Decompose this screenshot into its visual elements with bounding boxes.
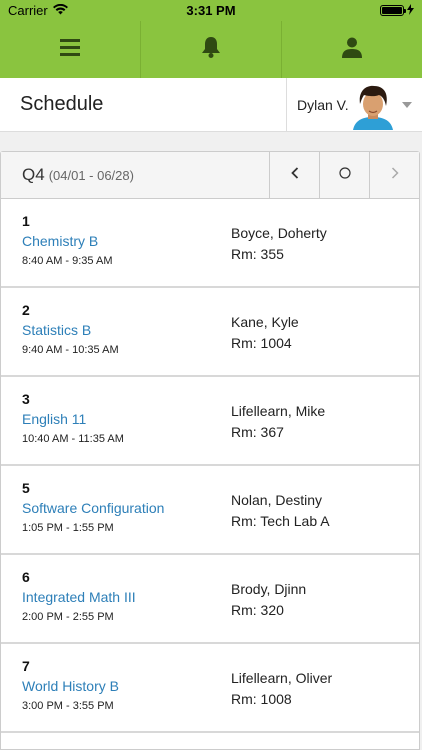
page-header: Schedule Dylan V. <box>0 78 422 132</box>
menu-icon <box>60 38 80 61</box>
charging-icon <box>407 3 414 18</box>
chevron-right-icon <box>391 166 399 184</box>
room-number: Rm: 367 <box>231 424 284 440</box>
period-time: 2:00 PM - 2:55 PM <box>22 611 114 623</box>
period-row[interactable]: 1 Chemistry B 8:40 AM - 9:35 AM Boyce, D… <box>1 199 419 288</box>
current-quarter-button[interactable] <box>319 152 369 198</box>
room-number: Rm: Tech Lab A <box>231 513 330 529</box>
course-link[interactable]: Integrated Math III <box>22 589 231 605</box>
quarter-bar: Q4 (04/01 - 06/28) <box>1 152 419 199</box>
quarter-label: Q4 (04/01 - 06/28) <box>1 152 269 198</box>
period-time: 10:40 AM - 11:35 AM <box>22 433 124 445</box>
period-row[interactable]: 3 English 11 10:40 AM - 11:35 AM Lifelle… <box>1 377 419 466</box>
period-time: 3:00 PM - 3:55 PM <box>22 700 114 712</box>
quarter-name: Q4 <box>22 165 45 184</box>
period-row[interactable]: 6 Integrated Math III 2:00 PM - 2:55 PM … <box>1 555 419 644</box>
circle-icon <box>338 166 351 184</box>
page-title: Schedule <box>20 93 104 115</box>
teacher-name: Lifellearn, Oliver <box>231 670 333 686</box>
schedule-card: Q4 (04/01 - 06/28) 1 Chemistry B 8:40 AM… <box>0 151 420 750</box>
course-link[interactable]: Statistics B <box>22 322 231 338</box>
period-number: 7 <box>22 658 30 674</box>
period-row[interactable]: 7 World History B 3:00 PM - 3:55 PM Life… <box>1 644 419 733</box>
course-link[interactable]: English 11 <box>22 411 231 427</box>
course-link[interactable]: Chemistry B <box>22 233 231 249</box>
bell-icon <box>201 36 221 63</box>
period-time: 8:40 AM - 9:35 AM <box>22 255 113 267</box>
top-nav <box>0 21 422 78</box>
period-number: 3 <box>22 391 30 407</box>
battery-icon <box>380 5 406 16</box>
carrier-label: Carrier <box>8 3 48 18</box>
previous-quarter-button[interactable] <box>269 152 319 198</box>
room-number: Rm: 1008 <box>231 691 292 707</box>
course-link[interactable]: World History B <box>22 678 231 694</box>
room-number: Rm: 355 <box>231 246 284 262</box>
period-number: 5 <box>22 480 30 496</box>
period-row[interactable]: 2 Statistics B 9:40 AM - 10:35 AM Kane, … <box>1 288 419 377</box>
period-time: 9:40 AM - 10:35 AM <box>22 344 119 356</box>
notifications-button[interactable] <box>141 21 282 78</box>
chevron-down-icon <box>402 102 412 108</box>
period-row[interactable]: 5 Software Configuration 1:05 PM - 1:55 … <box>1 466 419 555</box>
room-number: Rm: 1004 <box>231 335 292 351</box>
period-number: 2 <box>22 302 30 318</box>
wifi-icon <box>52 3 68 18</box>
user-icon <box>342 37 362 63</box>
course-link[interactable]: Software Configuration <box>22 500 231 516</box>
next-quarter-button[interactable] <box>369 152 419 198</box>
room-number: Rm: 320 <box>231 602 284 618</box>
chevron-left-icon <box>290 166 299 184</box>
teacher-name: Kane, Kyle <box>231 314 299 330</box>
profile-button[interactable] <box>282 21 422 78</box>
quarter-range: (04/01 - 06/28) <box>48 167 134 183</box>
menu-button[interactable] <box>0 21 141 78</box>
user-name: Dylan V. <box>297 96 349 113</box>
period-number: 1 <box>22 213 30 229</box>
teacher-name: Lifellearn, Mike <box>231 403 326 419</box>
period-number: 6 <box>22 569 30 585</box>
teacher-name: Nolan, Destiny <box>231 492 323 508</box>
teacher-name: Boyce, Doherty <box>231 225 327 241</box>
avatar <box>349 82 397 130</box>
teacher-name: Brody, Djinn <box>231 581 307 597</box>
user-selector[interactable]: Dylan V. <box>286 78 422 131</box>
period-time: 1:05 PM - 1:55 PM <box>22 522 114 534</box>
status-bar: Carrier 3:31 PM <box>0 0 422 21</box>
